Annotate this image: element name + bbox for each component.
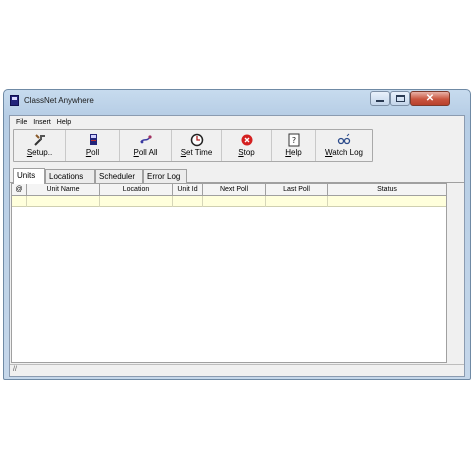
table-cell[interactable] [12,196,27,207]
set-time-label: Set Time [180,148,213,157]
toolbar: Setup.. Poll Poll All Set Time Stop ? He… [13,129,373,162]
app-window: ClassNet Anywhere ✕ File Insert Help Set… [3,89,471,380]
poll-all-icon [139,133,153,147]
help-label: Help [285,148,302,157]
maximize-icon [395,95,405,102]
svg-text:?: ? [291,136,295,145]
watch-log-button[interactable]: Watch Log [316,130,372,161]
tab-scheduler[interactable]: Scheduler [95,169,143,183]
table-header: @ Unit Name Location Unit Id Next Poll L… [12,184,446,196]
close-icon: ✕ [425,92,435,104]
app-icon[interactable] [10,95,19,106]
tab-locations[interactable]: Locations [45,169,95,183]
poll-all-label: Poll All [133,148,158,157]
watch-log-icon [337,133,351,147]
setup-icon [33,133,47,147]
status-bar: // [10,364,464,376]
setup-button[interactable]: Setup.. [14,130,66,161]
close-button[interactable]: ✕ [410,91,450,106]
menu-insert[interactable]: Insert [33,119,51,126]
set-time-icon [190,133,204,147]
column-header-status[interactable]: Status [328,184,446,196]
poll-button[interactable]: Poll [66,130,120,161]
poll-icon [86,133,100,147]
table-cell[interactable] [100,196,173,207]
tab-bar: Units Locations Scheduler Error Log [10,168,464,184]
maximize-button[interactable] [390,91,410,106]
column-header-unit-name[interactable]: Unit Name [27,184,100,196]
stop-icon [240,133,254,147]
watch-log-label: Watch Log [325,148,363,157]
table-cell[interactable] [27,196,100,207]
column-header-location[interactable]: Location [100,184,173,196]
poll-label: Poll [85,148,100,157]
client-area: File Insert Help Setup.. Poll Poll All S… [9,115,465,377]
setup-label: Setup.. [26,148,53,157]
table-cell[interactable] [173,196,203,207]
menu-help[interactable]: Help [57,119,71,126]
table-cell[interactable] [203,196,266,207]
minimize-button[interactable] [370,91,390,106]
help-button[interactable]: ? Help [272,130,316,161]
column-header-unit-id[interactable]: Unit Id [173,184,203,196]
stop-label: Stop [238,148,255,157]
help-icon: ? [287,133,301,147]
menu-file[interactable]: File [16,119,27,126]
tab-units[interactable]: Units [13,168,45,184]
status-text: // [13,366,17,373]
column-header-next-poll[interactable]: Next Poll [203,184,266,196]
title-bar[interactable]: ClassNet Anywhere ✕ [4,90,470,112]
column-header-last-poll[interactable]: Last Poll [266,184,328,196]
window-title: ClassNet Anywhere [24,96,94,105]
table-row[interactable] [12,196,446,207]
units-panel: @ Unit Name Location Unit Id Next Poll L… [10,183,464,364]
units-table[interactable]: @ Unit Name Location Unit Id Next Poll L… [11,183,447,363]
column-header-at[interactable]: @ [12,184,27,196]
table-cell[interactable] [266,196,328,207]
menu-bar: File Insert Help [10,116,464,129]
stop-button[interactable]: Stop [222,130,272,161]
tab-error-log[interactable]: Error Log [143,169,187,183]
poll-all-button[interactable]: Poll All [120,130,172,161]
minimize-icon [376,100,384,102]
table-cell[interactable] [328,196,446,207]
set-time-button[interactable]: Set Time [172,130,222,161]
